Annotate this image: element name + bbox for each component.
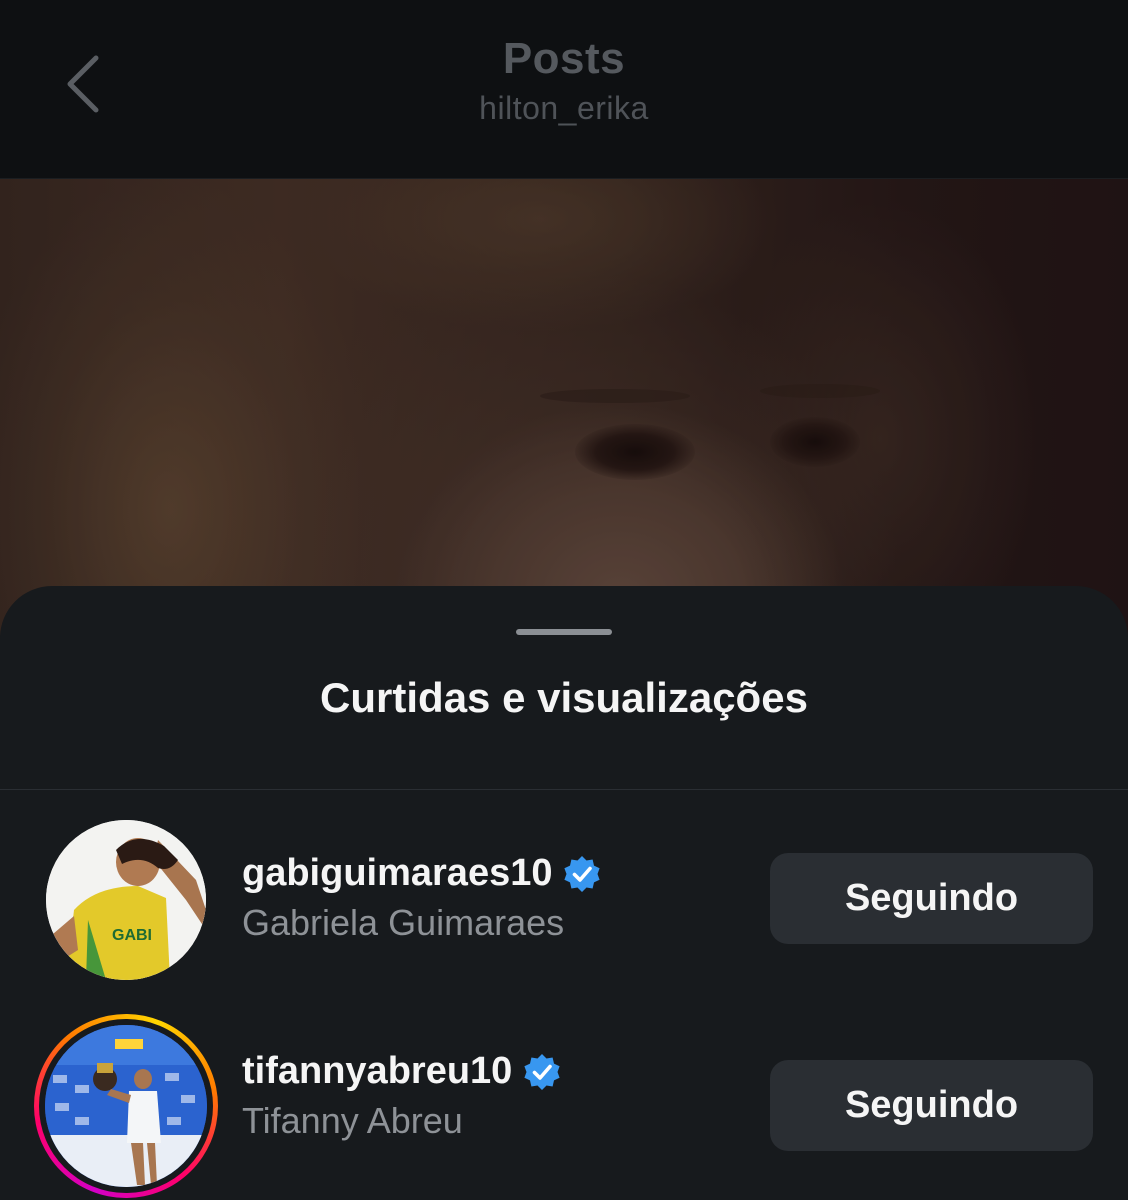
liker-row[interactable]: GABI gabiguimaraes10 Gabriela Guimaraes … — [0, 814, 1128, 984]
avatar-photo: GABI — [46, 820, 206, 980]
avatar[interactable] — [34, 1014, 218, 1198]
jersey-text: GABI — [112, 927, 152, 944]
page-subtitle-username: hilton_erika — [479, 90, 649, 126]
player-photo-icon: GABI — [46, 820, 206, 980]
following-button[interactable]: Seguindo — [770, 853, 1093, 944]
verified-badge-icon — [564, 855, 601, 892]
username-line: tifannyabreu10 — [242, 1050, 562, 1093]
post-image — [0, 179, 1128, 639]
sheet-drag-handle[interactable] — [516, 629, 612, 635]
following-button[interactable]: Seguindo — [770, 1060, 1093, 1151]
username-line: gabiguimaraes10 — [242, 852, 602, 895]
sheet-divider — [0, 789, 1128, 790]
liker-full-name: Tifanny Abreu — [242, 1100, 463, 1141]
top-navigation-bar: Posts hilton_erika — [0, 0, 1128, 179]
liker-username[interactable]: tifannyabreu10 — [242, 1050, 512, 1093]
liker-row[interactable]: tifannyabreu10 Tifanny Abreu Seguindo — [0, 1012, 1128, 1198]
page-title: Posts — [502, 34, 626, 83]
liker-full-name: Gabriela Guimaraes — [242, 902, 565, 943]
avatar[interactable]: GABI — [44, 818, 208, 982]
verified-badge-icon — [524, 1053, 560, 1090]
post-image-dim-overlay — [0, 179, 1128, 639]
player-trophy-photo-icon — [45, 1025, 207, 1187]
avatar-photo — [45, 1025, 207, 1187]
sheet-title: Curtidas e visualizações — [320, 674, 808, 721]
screen: Posts hilton_erika Curtidas e visualizaç… — [0, 0, 1128, 1200]
liker-username[interactable]: gabiguimaraes10 — [242, 852, 552, 895]
likes-bottom-sheet: Curtidas e visualizações GABI gabiguimar… — [0, 586, 1128, 1200]
